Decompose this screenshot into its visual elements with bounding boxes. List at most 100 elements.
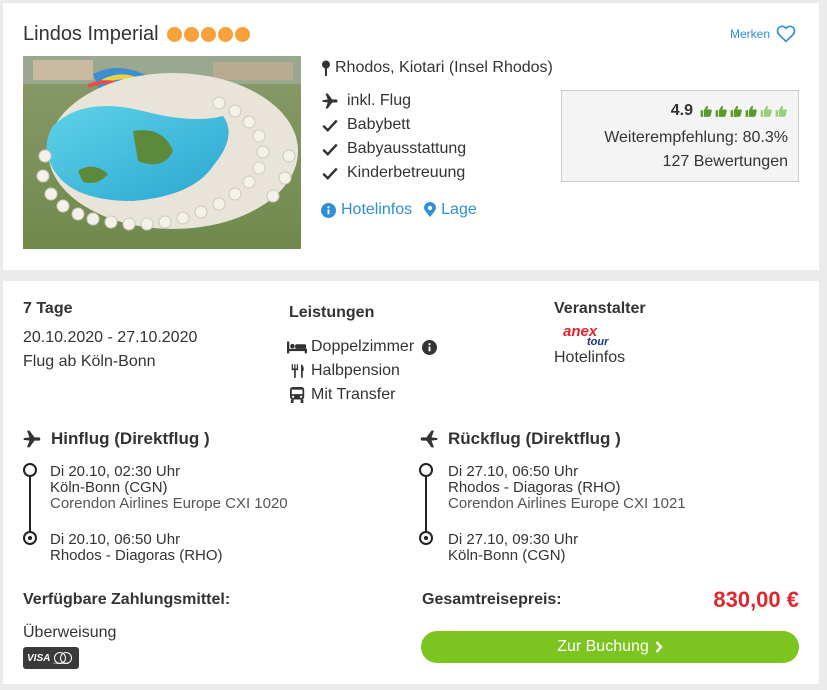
- star-icon: [166, 27, 182, 42]
- check-icon: [322, 167, 338, 180]
- trip-departure: Flug ab Köln-Bonn: [23, 353, 156, 370]
- hotel-photo[interactable]: [23, 56, 301, 249]
- feature-label: Babyausstattung: [347, 140, 467, 157]
- service-item: Doppelzimmer: [287, 335, 438, 359]
- check-icon: [322, 119, 338, 132]
- hotel-stars: [166, 27, 250, 42]
- flight-timeline: [425, 477, 427, 531]
- outbound-heading: Hinflug (Direktflug ): [21, 429, 210, 449]
- hotelinfos-link[interactable]: Hotelinfos: [321, 201, 412, 219]
- check-icon: [322, 143, 338, 156]
- departure-marker: [23, 463, 37, 477]
- rating-thumbs: [699, 104, 788, 119]
- payment-method: Überweisung: [23, 624, 117, 641]
- total-label: Gesamtreisepreis:: [422, 591, 562, 608]
- thumbs-up-icon: [745, 105, 757, 117]
- outbound-dep-time: Di 20.10, 02:30 Uhr: [50, 463, 181, 480]
- outbound-arr-airport: Rhodos - Diagoras (RHO): [50, 547, 223, 564]
- rating-score: 4.9: [670, 102, 693, 119]
- plane-icon: [23, 430, 41, 448]
- star-icon: [217, 27, 233, 42]
- thumbs-up-icon: [730, 105, 742, 117]
- mastercard-logo: mastercard: [53, 661, 69, 665]
- thumbs-up-icon: [700, 105, 712, 117]
- rating-score-row: 4.9: [671, 102, 788, 120]
- hotel-photo-image: [23, 56, 301, 249]
- feature-item: Babyausstattung: [321, 137, 466, 161]
- outbound-airline: Corendon Airlines Europe CXI 1020: [50, 495, 288, 512]
- inbound-arrival: Di 27.10, 09:30 Uhr Köln-Bonn (CGN): [448, 532, 578, 564]
- feature-list: inkl. Flug Babybett Babyausstattung Kind…: [321, 89, 466, 185]
- location-text: Rhodos, Kiotari (Insel Rhodos): [335, 59, 553, 76]
- inbound-arr-airport: Köln-Bonn (CGN): [448, 547, 566, 564]
- outbound-dep-airport: Köln-Bonn (CGN): [50, 479, 168, 496]
- plane-icon: [322, 93, 338, 109]
- operator-logo-bottom: tour: [587, 336, 609, 348]
- heart-icon: [776, 25, 796, 43]
- services-heading: Leistungen: [289, 304, 375, 321]
- feature-item: Babybett: [321, 113, 466, 137]
- feature-label: inkl. Flug: [347, 92, 412, 109]
- inbound-departure: Di 27.10, 06:50 Uhr Rhodos - Diagoras (R…: [448, 464, 686, 512]
- feature-label: Kinderbetreuung: [347, 164, 466, 181]
- booking-button[interactable]: Zur Buchung: [421, 631, 799, 663]
- thumbs-up-icon: [715, 105, 727, 117]
- payment-cards: VISA mastercard: [23, 647, 79, 669]
- service-item: Mit Transfer: [287, 383, 437, 407]
- services-list: Doppelzimmer Halbpension Mit Transfer: [287, 335, 438, 407]
- inbound-title: Rückflug (Direktflug ): [448, 429, 621, 448]
- hotelinfos-label: Hotelinfos: [341, 201, 413, 218]
- service-label: Doppelzimmer: [311, 338, 415, 355]
- feature-label: Babybett: [347, 116, 411, 133]
- feature-item: inkl. Flug: [321, 89, 466, 113]
- service-item: Halbpension: [287, 359, 437, 383]
- inbound-dep-airport: Rhodos - Diagoras (RHO): [448, 479, 621, 496]
- thumbs-up-icon: [775, 105, 787, 117]
- hotel-card: Lindos Imperial Merken Rhodos, Kiotari (…: [3, 3, 819, 270]
- arrival-marker: [419, 531, 433, 545]
- star-icon: [200, 27, 216, 42]
- reviews-count: 127 Bewertungen: [662, 153, 788, 170]
- hotel-location: Rhodos, Kiotari (Insel Rhodos): [321, 59, 553, 77]
- lage-link[interactable]: Lage: [424, 201, 477, 219]
- lage-label: Lage: [441, 201, 477, 218]
- cutlery-icon: [291, 364, 304, 378]
- bus-icon: [290, 387, 305, 403]
- info-icon[interactable]: [422, 339, 438, 355]
- operator-logo: anex tour: [563, 323, 623, 349]
- plane-icon: [420, 430, 438, 448]
- mastercard-icon: mastercard: [52, 651, 74, 665]
- star-icon: [183, 27, 199, 42]
- thumbs-up-icon: [760, 105, 772, 117]
- trip-duration: 7 Tage: [23, 300, 73, 317]
- departure-marker: [419, 463, 433, 477]
- chevron-right-icon: [655, 641, 663, 653]
- visa-logo: VISA: [27, 652, 51, 664]
- merken-button[interactable]: Merken: [730, 25, 796, 43]
- offer-card: 7 Tage 20.10.2020 - 27.10.2020 Flug ab K…: [3, 281, 819, 684]
- operator-hotelinfos-link[interactable]: Hotelinfos: [554, 349, 625, 367]
- total-price: 830,00 €: [713, 587, 799, 612]
- outbound-departure: Di 20.10, 02:30 Uhr Köln-Bonn (CGN) Core…: [50, 464, 288, 512]
- map-marker-icon: [424, 202, 437, 217]
- merken-label: Merken: [730, 27, 771, 41]
- inbound-airline: Corendon Airlines Europe CXI 1021: [448, 495, 686, 512]
- map-pin-icon: [322, 60, 330, 76]
- flight-timeline: [29, 477, 31, 531]
- rating-box[interactable]: 4.9 Weiterempfehlung: 80.3% 127 Bewertun…: [561, 90, 799, 182]
- outbound-title: Hinflug (Direktflug ): [51, 429, 210, 448]
- operator-heading: Veranstalter: [554, 300, 646, 317]
- service-label: Mit Transfer: [311, 386, 396, 403]
- outbound-arr-time: Di 20.10, 06:50 Uhr: [50, 531, 181, 548]
- star-icon: [234, 27, 250, 42]
- feature-item: Kinderbetreuung: [321, 161, 466, 185]
- outbound-arrival: Di 20.10, 06:50 Uhr Rhodos - Diagoras (R…: [50, 532, 223, 564]
- hotel-header: Lindos Imperial: [23, 23, 250, 46]
- booking-button-label: Zur Buchung: [557, 638, 649, 655]
- inbound-heading: Rückflug (Direktflug ): [418, 429, 621, 449]
- hotel-name[interactable]: Lindos Imperial: [23, 23, 159, 46]
- service-label: Halbpension: [311, 362, 400, 379]
- inbound-arr-time: Di 27.10, 09:30 Uhr: [448, 531, 579, 548]
- bed-icon: [287, 341, 307, 354]
- inbound-dep-time: Di 27.10, 06:50 Uhr: [448, 463, 579, 480]
